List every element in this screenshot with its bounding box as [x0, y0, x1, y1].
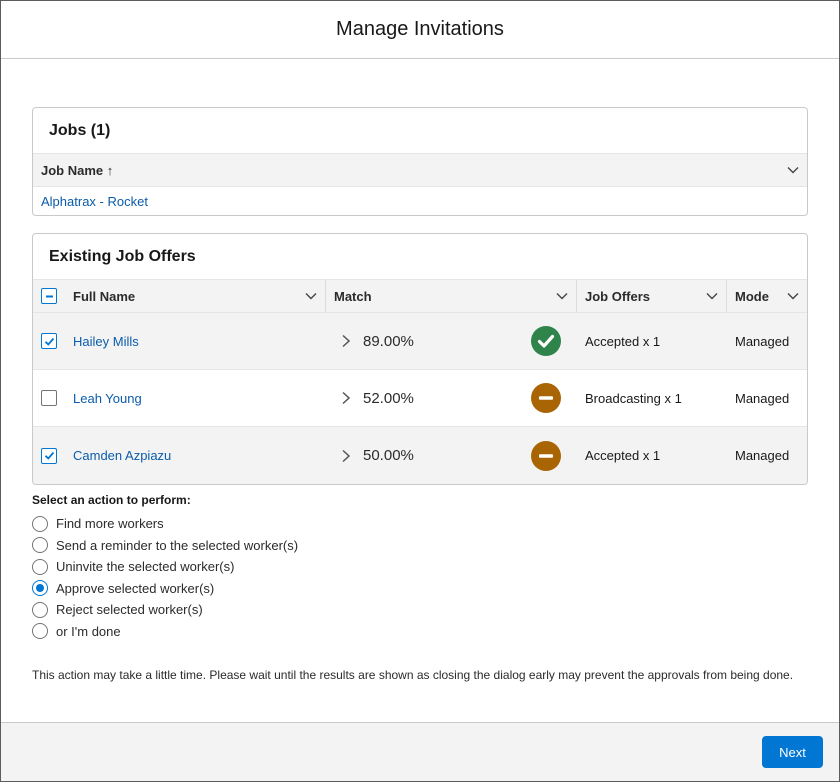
- mode-cell: Managed: [727, 427, 807, 484]
- chevron-down-icon[interactable]: [556, 290, 568, 302]
- action-radio[interactable]: [32, 580, 48, 597]
- jobs-card: Jobs (1) Job Name ↑ Alphatrax - Rocket: [32, 107, 808, 216]
- match-percentage: 89.00%: [363, 332, 414, 350]
- chevron-down-icon[interactable]: [787, 164, 799, 176]
- full-name-cell: Hailey Mills: [65, 313, 326, 369]
- action-option-label: Reject selected worker(s): [56, 602, 203, 618]
- job-offers-table-header: Full Name Match Job Offers Mode: [33, 279, 807, 313]
- mode-column-label: Mode: [735, 288, 769, 304]
- action-radio-group: Find more workers Send a reminder to the …: [32, 513, 808, 642]
- chevron-down-icon[interactable]: [305, 290, 317, 302]
- minus-circle-icon: [531, 440, 561, 471]
- next-button[interactable]: Next: [762, 736, 823, 768]
- row-select-cell: [33, 427, 65, 484]
- job-offers-status: Accepted x 1: [585, 333, 661, 349]
- mode-cell: Managed: [727, 370, 807, 426]
- mode-value: Managed: [735, 448, 790, 463]
- job-offers-cell: Accepted x 1: [577, 313, 727, 369]
- job-offers-card: Existing Job Offers Full Name Match Job …: [32, 233, 808, 485]
- dialog-title: Manage Invitations: [336, 18, 504, 40]
- match-column-label: Match: [334, 288, 372, 304]
- action-option-label: Uninvite the selected worker(s): [56, 559, 235, 575]
- minus-circle-icon: [531, 383, 561, 413]
- action-option-label: or I'm done: [56, 623, 121, 639]
- mode-column-header[interactable]: Mode: [727, 280, 807, 312]
- check-circle-icon: [531, 326, 561, 356]
- table-row: Alphatrax - Rocket: [33, 187, 807, 215]
- mode-value: Managed: [735, 390, 790, 406]
- worker-name-link[interactable]: Hailey Mills: [73, 334, 139, 349]
- match-percentage: 50.00%: [363, 447, 414, 464]
- action-option[interactable]: or I'm done: [32, 621, 808, 643]
- row-checkbox[interactable]: [41, 390, 57, 406]
- dialog-footer: Next: [1, 722, 839, 781]
- dialog-header: Manage Invitations: [1, 1, 839, 59]
- table-row: Hailey Mills 89.00% Accepted x 1 Managed: [33, 313, 807, 370]
- full-name-cell: Camden Azpiazu: [65, 427, 326, 484]
- job-offers-table-body: Hailey Mills 89.00% Accepted x 1 Managed Lea…: [33, 313, 807, 484]
- manage-invitations-dialog: Manage Invitations Jobs (1) Job Name ↑ A…: [0, 0, 840, 782]
- match-cell: 52.00%: [326, 370, 577, 426]
- table-row: Leah Young 52.00% Broadcasting x 1 Managed: [33, 370, 807, 427]
- action-option[interactable]: Reject selected worker(s): [32, 599, 808, 621]
- match-column-header[interactable]: Match: [326, 280, 577, 312]
- row-checkbox[interactable]: [41, 447, 57, 464]
- dialog-body: Jobs (1) Job Name ↑ Alphatrax - Rocket E…: [1, 59, 839, 686]
- chevron-down-icon[interactable]: [706, 290, 718, 302]
- job-offers-cell: Broadcasting x 1: [577, 370, 727, 426]
- action-option[interactable]: Uninvite the selected worker(s): [32, 556, 808, 578]
- chevron-right-icon[interactable]: [341, 449, 351, 463]
- match-cell: 50.00%: [326, 427, 577, 484]
- job-offers-column-label: Job Offers: [585, 288, 651, 304]
- action-radio[interactable]: [32, 558, 48, 575]
- worker-name-link[interactable]: Camden Azpiazu: [73, 448, 171, 463]
- select-all-cell: [33, 280, 65, 312]
- action-option-label: Send a reminder to the selected worker(s…: [56, 537, 299, 553]
- full-name-column-label: Full Name: [73, 288, 136, 304]
- job-offers-status: Broadcasting x 1: [585, 390, 682, 406]
- action-note: This action may take a little time. Plea…: [32, 668, 794, 682]
- row-select-cell: [33, 313, 65, 369]
- action-option-label: Approve selected worker(s): [56, 580, 215, 596]
- action-radio[interactable]: [32, 515, 48, 532]
- action-option[interactable]: Approve selected worker(s): [32, 578, 808, 600]
- job-name-column-header[interactable]: Job Name ↑: [33, 154, 807, 186]
- worker-name-link[interactable]: Leah Young: [73, 391, 142, 406]
- jobs-card-title: Jobs (1): [49, 121, 111, 139]
- action-radio[interactable]: [32, 623, 48, 640]
- chevron-right-icon[interactable]: [341, 334, 351, 348]
- full-name-column-header[interactable]: Full Name: [65, 280, 326, 312]
- action-prompt: Select an action to perform:: [32, 493, 191, 507]
- row-checkbox[interactable]: [41, 333, 57, 349]
- match-cell: 89.00%: [326, 313, 577, 369]
- match-percentage: 52.00%: [363, 389, 414, 407]
- row-select-cell: [33, 370, 65, 426]
- job-offers-status: Accepted x 1: [585, 448, 661, 463]
- action-option-label: Find more workers: [56, 516, 164, 532]
- select-all-checkbox[interactable]: [41, 288, 57, 304]
- action-radio[interactable]: [32, 601, 48, 618]
- action-option[interactable]: Send a reminder to the selected worker(s…: [32, 535, 808, 557]
- mode-cell: Managed: [727, 313, 807, 369]
- job-name-column-label: Job Name ↑: [41, 162, 114, 178]
- action-radio[interactable]: [32, 537, 48, 554]
- mode-value: Managed: [735, 333, 790, 349]
- action-option[interactable]: Find more workers: [32, 513, 808, 535]
- jobs-table-header: Job Name ↑: [33, 153, 807, 187]
- chevron-right-icon[interactable]: [341, 391, 351, 405]
- job-offers-cell: Accepted x 1: [577, 427, 727, 484]
- job-name-link[interactable]: Alphatrax - Rocket: [41, 194, 148, 209]
- job-offers-column-header[interactable]: Job Offers: [577, 280, 727, 312]
- table-row: Camden Azpiazu 50.00% Accepted x 1 Managed: [33, 427, 807, 484]
- chevron-down-icon[interactable]: [787, 290, 799, 302]
- job-offers-card-title: Existing Job Offers: [49, 247, 196, 265]
- full-name-cell: Leah Young: [65, 370, 326, 426]
